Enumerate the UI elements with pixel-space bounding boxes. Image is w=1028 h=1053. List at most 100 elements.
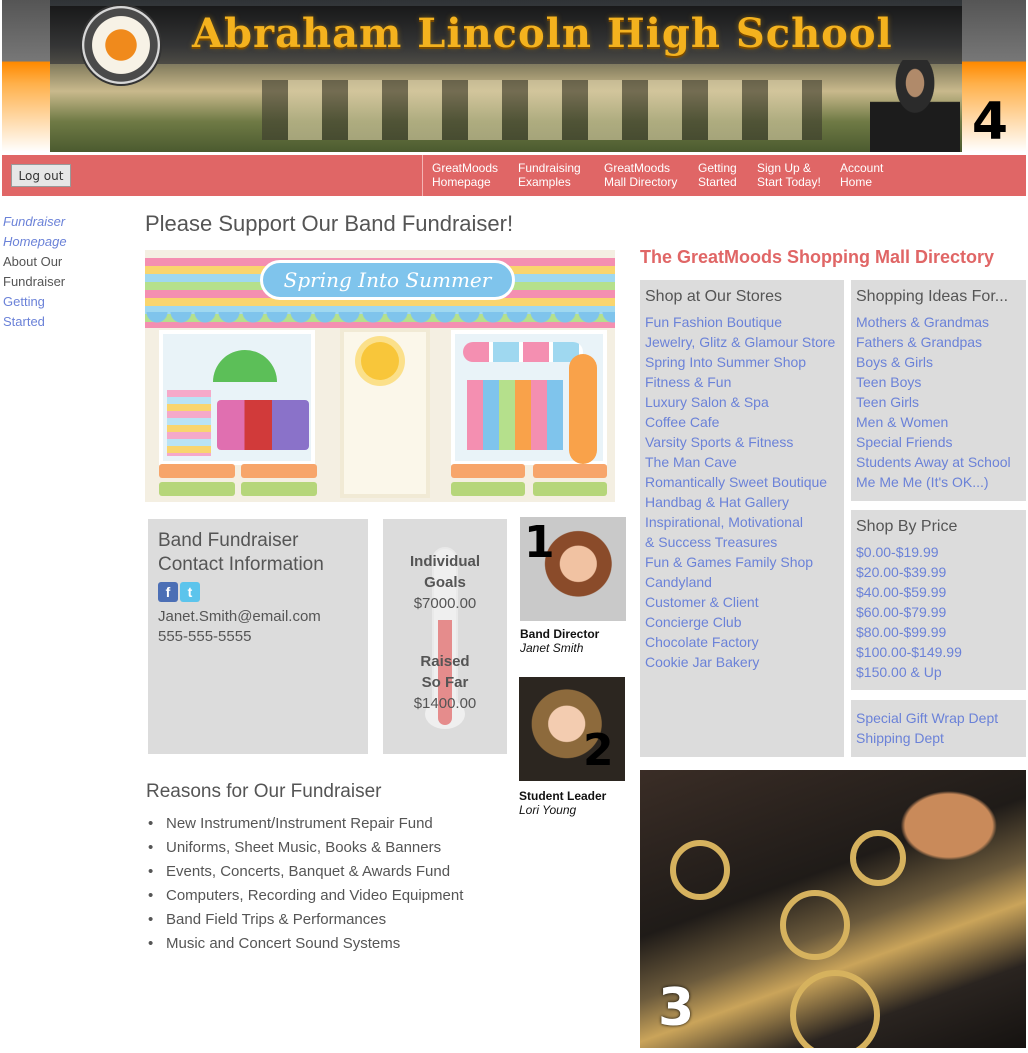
person-role: Band Director bbox=[520, 627, 600, 641]
store-link[interactable]: Jewelry, Glitz & Glamour Store bbox=[645, 332, 839, 352]
planter-box bbox=[159, 482, 235, 496]
sidebar-item-label: Homepage bbox=[3, 234, 67, 249]
price-panel: Shop By Price $0.00-$19.99 $20.00-$39.99 $… bbox=[851, 510, 1026, 690]
awning-scallop bbox=[145, 312, 615, 328]
band-performance-photo: 3 bbox=[640, 770, 1026, 1048]
nav-getting-started[interactable]: Getting Started bbox=[698, 161, 737, 189]
twitter-icon[interactable]: t bbox=[180, 582, 200, 602]
nav-fundraising-examples[interactable]: Fundraising Examples bbox=[518, 161, 581, 189]
nav-account-home[interactable]: Account Home bbox=[840, 161, 883, 189]
price-list: $0.00-$19.99 $20.00-$39.99 $40.00-$59.99 $6… bbox=[856, 542, 1021, 682]
logout-button[interactable]: Log out bbox=[11, 164, 71, 187]
store-link[interactable]: Romantically Sweet Boutique bbox=[645, 472, 839, 492]
goal-label-line: Goals bbox=[424, 574, 466, 591]
facebook-icon[interactable]: f bbox=[158, 582, 178, 602]
sidebar-item-about[interactable]: About Our Fundraiser bbox=[3, 254, 123, 290]
french-horn-shape bbox=[780, 890, 850, 960]
sidebar-item-getting-started[interactable]: Getting Started bbox=[3, 294, 123, 330]
price-range-link[interactable]: $40.00-$59.99 bbox=[856, 582, 1021, 602]
sidebar-item-label: About Our bbox=[3, 254, 63, 269]
sidebar-item-label: Getting bbox=[3, 294, 45, 309]
stores-panel: Shop at Our Stores Fun Fashion Boutique J… bbox=[640, 280, 844, 757]
store-link[interactable]: Handbag & Hat Gallery bbox=[645, 492, 839, 512]
store-link[interactable]: Varsity Sports & Fitness bbox=[645, 432, 839, 452]
shopping-idea-link[interactable]: Teen Boys bbox=[856, 372, 1021, 392]
photo-number-label: 3 bbox=[658, 978, 695, 1038]
contact-heading: Band Fundraiser bbox=[158, 530, 299, 551]
dept-link[interactable]: Shipping Dept bbox=[856, 728, 1021, 748]
banner-number-label: 4 bbox=[971, 92, 1008, 152]
store-link[interactable]: Luxury Salon & Spa bbox=[645, 392, 839, 412]
store-link[interactable]: Spring Into Summer Shop bbox=[645, 352, 839, 372]
store-link[interactable]: Candyland bbox=[645, 572, 839, 592]
hats-icon bbox=[463, 342, 583, 362]
list-item: Events, Concerts, Banquet & Awards Fund bbox=[148, 860, 463, 884]
store-link[interactable]: Cookie Jar Bakery bbox=[645, 652, 839, 672]
contact-info-box: Band Fundraiser Contact Information ft J… bbox=[148, 519, 368, 754]
store-link[interactable]: Customer & Client bbox=[645, 592, 839, 612]
contact-email[interactable]: Janet.Smith@email.com bbox=[158, 607, 358, 627]
shopping-idea-link[interactable]: Boys & Girls bbox=[856, 352, 1021, 372]
ideas-heading: Shopping Ideas For... bbox=[856, 288, 1009, 305]
store-link[interactable]: Concierge Club bbox=[645, 612, 839, 632]
store-link[interactable]: Fitness & Fun bbox=[645, 372, 839, 392]
school-banner: Abraham Lincoln High School 4 bbox=[2, 0, 1026, 152]
nav-label: Started bbox=[698, 175, 737, 189]
student-leader-card: 2 Student Leader Lori Young bbox=[519, 677, 625, 817]
shopping-idea-link[interactable]: Men & Women bbox=[856, 412, 1021, 432]
store-link[interactable]: Fun & Games Family Shop bbox=[645, 552, 839, 572]
planter-box bbox=[241, 464, 317, 478]
ideas-panel: Shopping Ideas For... Mothers & Grandmas… bbox=[851, 280, 1026, 501]
list-item: Uniforms, Sheet Music, Books & Banners bbox=[148, 836, 463, 860]
nav-greatmoods-homepage[interactable]: GreatMoods Homepage bbox=[432, 161, 498, 189]
stores-list: Fun Fashion Boutique Jewelry, Glitz & Gla… bbox=[645, 312, 839, 672]
storefront-illustration[interactable]: Spring Into Summer bbox=[145, 250, 615, 502]
planter-box bbox=[241, 482, 317, 496]
price-range-link[interactable]: $100.00-$149.99 bbox=[856, 642, 1021, 662]
nav-label: GreatMoods bbox=[604, 161, 671, 175]
store-link[interactable]: The Man Cave bbox=[645, 452, 839, 472]
shopping-idea-link[interactable]: Fathers & Grandpas bbox=[856, 332, 1021, 352]
planter-box bbox=[533, 464, 607, 478]
list-item: Band Field Trips & Performances bbox=[148, 908, 463, 932]
store-link[interactable]: Chocolate Factory bbox=[645, 632, 839, 652]
surfboard-icon bbox=[569, 354, 597, 464]
raised-label-line: Raised bbox=[420, 653, 470, 670]
band-director-photo: 1 bbox=[520, 517, 626, 621]
store-link[interactable]: Coffee Cafe bbox=[645, 412, 839, 432]
french-horn-shape bbox=[790, 970, 880, 1048]
price-range-link[interactable]: $60.00-$79.99 bbox=[856, 602, 1021, 622]
shopping-idea-link[interactable]: Teen Girls bbox=[856, 392, 1021, 412]
nav-label: Examples bbox=[518, 175, 571, 189]
shopping-idea-link[interactable]: Special Friends bbox=[856, 432, 1021, 452]
list-item: Music and Concert Sound Systems bbox=[148, 932, 463, 956]
sidebar-item-fundraiser-homepage[interactable]: Fundraiser Homepage bbox=[3, 214, 123, 250]
sidebar-item-label: Fundraiser bbox=[3, 274, 66, 289]
price-range-link[interactable]: $150.00 & Up bbox=[856, 662, 1021, 682]
nav-mall-directory[interactable]: GreatMoods Mall Directory bbox=[604, 161, 677, 189]
reasons-list: New Instrument/Instrument Repair Fund Un… bbox=[148, 812, 463, 956]
planter-box bbox=[451, 482, 525, 496]
goal-label-line: Individual bbox=[409, 553, 480, 570]
store-link[interactable]: & Success Treasures bbox=[645, 532, 839, 552]
price-range-link[interactable]: $80.00-$99.99 bbox=[856, 622, 1021, 642]
shopping-idea-link[interactable]: Me Me Me (It's OK...) bbox=[856, 472, 1021, 492]
price-range-link[interactable]: $20.00-$39.99 bbox=[856, 562, 1021, 582]
shopping-idea-link[interactable]: Mothers & Grandmas bbox=[856, 312, 1021, 332]
shopping-idea-link[interactable]: Students Away at School bbox=[856, 452, 1021, 472]
ideas-list: Mothers & Grandmas Fathers & Grandpas Boys… bbox=[856, 312, 1021, 492]
list-item: Computers, Recording and Video Equipment bbox=[148, 884, 463, 908]
planter-box bbox=[451, 464, 525, 478]
page-title: Please Support Our Band Fundraiser! bbox=[145, 211, 514, 236]
price-range-link[interactable]: $0.00-$19.99 bbox=[856, 542, 1021, 562]
nav-label: Sign Up & bbox=[757, 161, 812, 175]
dept-link[interactable]: Special Gift Wrap Dept bbox=[856, 708, 1021, 728]
sidebar-item-label: Fundraiser bbox=[3, 214, 66, 229]
store-link[interactable]: Fun Fashion Boutique bbox=[645, 312, 839, 332]
nav-sign-up[interactable]: Sign Up & Start Today! bbox=[757, 161, 821, 189]
sidebar-item-label: Started bbox=[3, 314, 45, 329]
nav-label: Fundraising bbox=[518, 161, 581, 175]
raised-value: $1400.00 bbox=[413, 695, 477, 712]
goal-label: Individual Goals $7000.00 bbox=[383, 551, 507, 614]
store-link[interactable]: Inspirational, Motivational bbox=[645, 512, 839, 532]
